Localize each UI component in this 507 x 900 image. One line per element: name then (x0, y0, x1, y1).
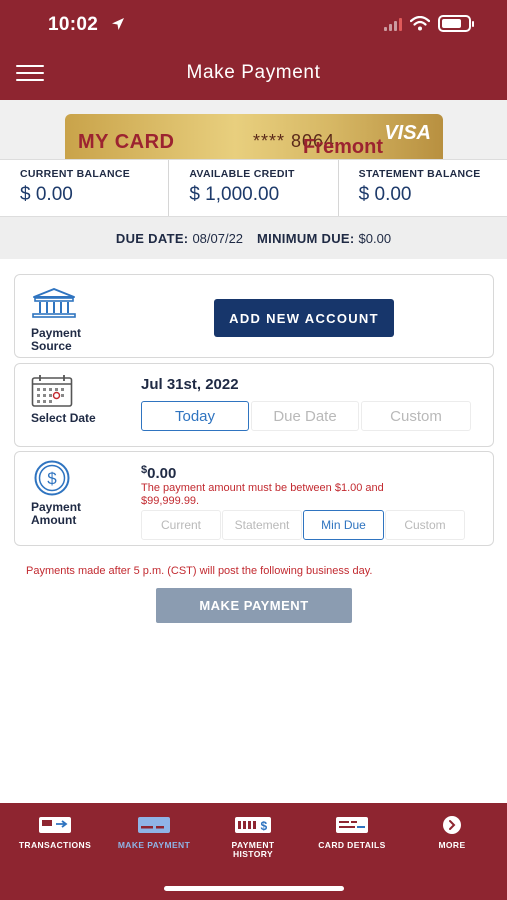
home-indicator (164, 886, 344, 891)
svg-text:$: $ (260, 819, 267, 833)
nav-payment-history-label-2: HISTORY (232, 849, 274, 859)
amount-error-message: The payment amount must be between $1.00… (141, 482, 384, 507)
card-details-icon (336, 817, 368, 833)
payment-amount-value[interactable]: $0.00 (141, 464, 176, 482)
amount-options: Current Statement Min Due Custom (141, 510, 465, 540)
credit-card-image: MY CARD **** 8064 Fremont VISA (65, 114, 443, 160)
posting-notice: Payments made after 5 p.m. (CST) will po… (26, 565, 373, 577)
calendar-icon (31, 375, 73, 407)
nav-card-details[interactable]: CARD DETAILS (302, 815, 402, 850)
nav-payment-history[interactable]: $ PAYMENT HISTORY (203, 815, 303, 859)
add-new-account-button[interactable]: ADD NEW ACCOUNT (214, 299, 394, 337)
available-credit-label: AVAILABLE CREDIT (189, 168, 295, 180)
transactions-icon (39, 817, 71, 833)
minimum-due-label: MINIMUM DUE: (257, 230, 355, 246)
current-balance: CURRENT BALANCE $ 0.00 (0, 160, 168, 216)
selected-date: Jul 31st, 2022 (141, 376, 239, 393)
more-icon (443, 816, 461, 834)
select-date-panel: Select Date Jul 31st, 2022 Today Due Dat… (14, 363, 494, 447)
payment-amount-label: Payment Amount (31, 500, 82, 527)
make-payment-screen: 10:02 Make Payment MY CARD **** 8064 Fre… (0, 0, 507, 900)
nav-card-details-label: CARD DETAILS (318, 840, 386, 850)
current-balance-value: $ 0.00 (20, 184, 73, 205)
amount-option-statement[interactable]: Statement (222, 510, 302, 540)
location-arrow-icon (112, 18, 124, 30)
wifi-icon (410, 16, 430, 31)
available-credit-value: $ 1,000.00 (189, 184, 280, 205)
header-bar: 10:02 Make Payment (0, 0, 507, 100)
battery-icon (438, 15, 474, 32)
available-credit: AVAILABLE CREDIT $ 1,000.00 (168, 160, 337, 216)
date-options: Today Due Date Custom (141, 401, 471, 431)
page-title: Make Payment (186, 62, 321, 83)
cell-signal-icon (384, 17, 402, 31)
statement-balance-value: $ 0.00 (358, 184, 412, 205)
payment-history-icon: $ (235, 817, 271, 833)
status-indicators (384, 15, 474, 32)
date-option-today[interactable]: Today (141, 401, 249, 431)
payment-source-label: Payment Source (31, 326, 82, 353)
select-date-label: Select Date (31, 411, 96, 425)
payment-amount-panel: $ Payment Amount $0.00 The payment amoun… (14, 451, 494, 546)
visa-logo: VISA (384, 122, 431, 144)
payment-source-panel: Payment Source ADD NEW ACCOUNT (14, 274, 494, 358)
amount-option-min-due[interactable]: Min Due (303, 510, 384, 540)
card-name: MY CARD (78, 131, 175, 153)
card-image-area: MY CARD **** 8064 Fremont VISA (0, 100, 507, 160)
due-date-label: DUE DATE: (115, 230, 189, 246)
due-date-value: 08/07/22 (192, 230, 244, 246)
amount-option-current[interactable]: Current (141, 510, 221, 540)
minimum-due-value: $0.00 (358, 230, 392, 246)
date-option-due-date[interactable]: Due Date (251, 401, 359, 431)
nav-make-payment-label: MAKE PAYMENT (117, 840, 191, 850)
current-balance-label: CURRENT BALANCE (20, 168, 131, 180)
nav-make-payment[interactable]: MAKE PAYMENT (104, 815, 204, 850)
amount-option-custom[interactable]: Custom (385, 510, 465, 540)
dollar-coin-icon: $ (34, 460, 70, 496)
nav-more-label: MORE (438, 840, 466, 850)
make-payment-icon (138, 817, 170, 833)
status-time: 10:02 (48, 14, 99, 35)
statement-balance: STATEMENT BALANCE $ 0.00 (337, 160, 507, 216)
due-info-bar: DUE DATE: 08/07/22 MINIMUM DUE: $0.00 (0, 217, 507, 259)
nav-transactions-label: TRANSACTIONS (18, 840, 92, 850)
card-bank-logo: Fremont (303, 136, 383, 158)
date-option-custom[interactable]: Custom (361, 401, 471, 431)
svg-text:$: $ (47, 469, 57, 488)
make-payment-button[interactable]: MAKE PAYMENT (156, 588, 352, 623)
balance-summary: CURRENT BALANCE $ 0.00 AVAILABLE CREDIT … (0, 159, 507, 217)
nav-transactions[interactable]: TRANSACTIONS (5, 815, 105, 850)
statement-balance-label: STATEMENT BALANCE (358, 168, 481, 180)
bank-icon (32, 288, 76, 318)
nav-more[interactable]: MORE (402, 815, 502, 850)
